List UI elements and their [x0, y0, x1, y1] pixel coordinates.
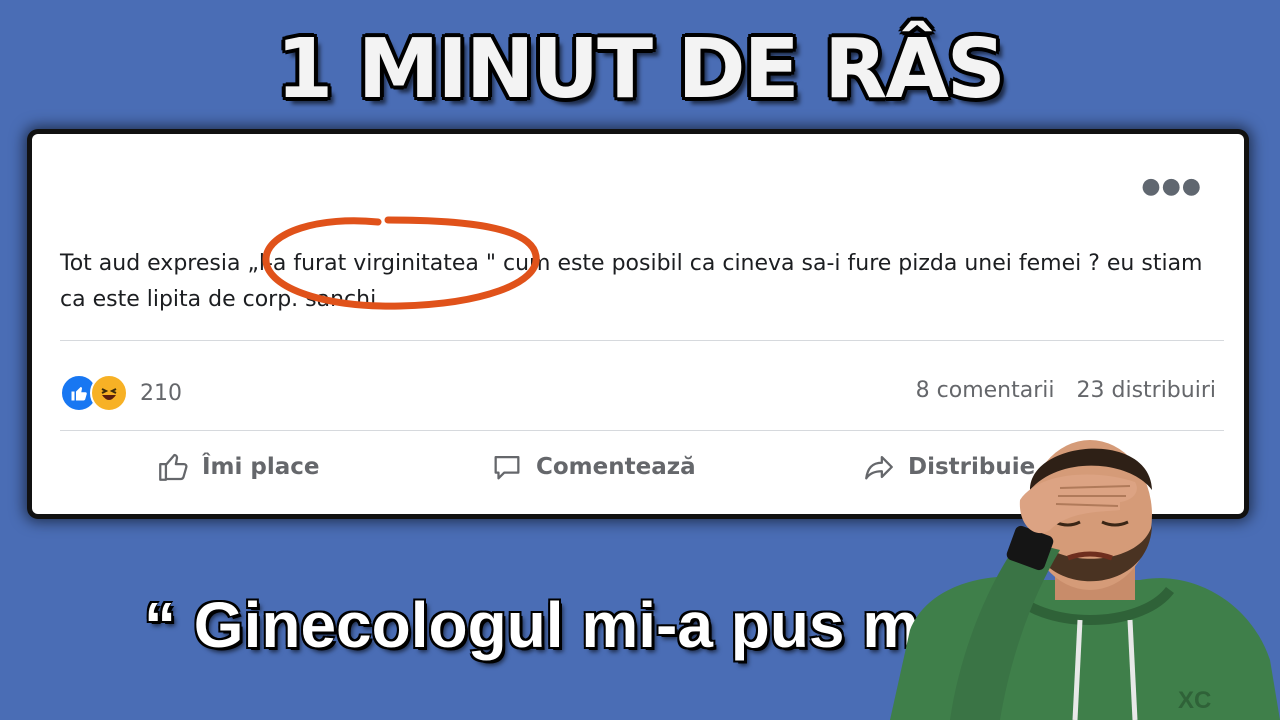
reaction-count: 210	[140, 380, 182, 406]
highlight-circle	[262, 216, 540, 310]
watermark: XC	[1178, 687, 1211, 714]
like-button[interactable]: Îmi place	[156, 450, 320, 484]
thumbs-up-icon	[159, 453, 188, 481]
shares-count-link[interactable]: 23 distribuiri	[1077, 378, 1217, 403]
more-options-icon[interactable]: ●●●	[1141, 174, 1202, 199]
like-button-label: Îmi place	[202, 454, 320, 480]
comment-button-label: Comentează	[536, 454, 696, 480]
reactions-summary[interactable]: 210	[60, 374, 182, 412]
haha-reaction-icon	[90, 374, 128, 412]
facepalm-person-image: XC	[890, 440, 1280, 720]
comment-button[interactable]: Comentează	[490, 450, 696, 484]
post-text: Tot aud expresia „l-a furat virginitatea…	[60, 251, 1203, 312]
comments-count-link[interactable]: 8 comentarii	[916, 378, 1055, 403]
video-title: 1 MINUT DE RÂS	[276, 22, 1006, 117]
divider-top	[60, 340, 1224, 341]
post-stats: 210 8 comentarii 23 distribuiri	[60, 372, 1216, 412]
thumbnail-caption: “ Ginecologul mi-a pus man	[144, 589, 994, 661]
comment-bubble-icon	[494, 455, 520, 480]
